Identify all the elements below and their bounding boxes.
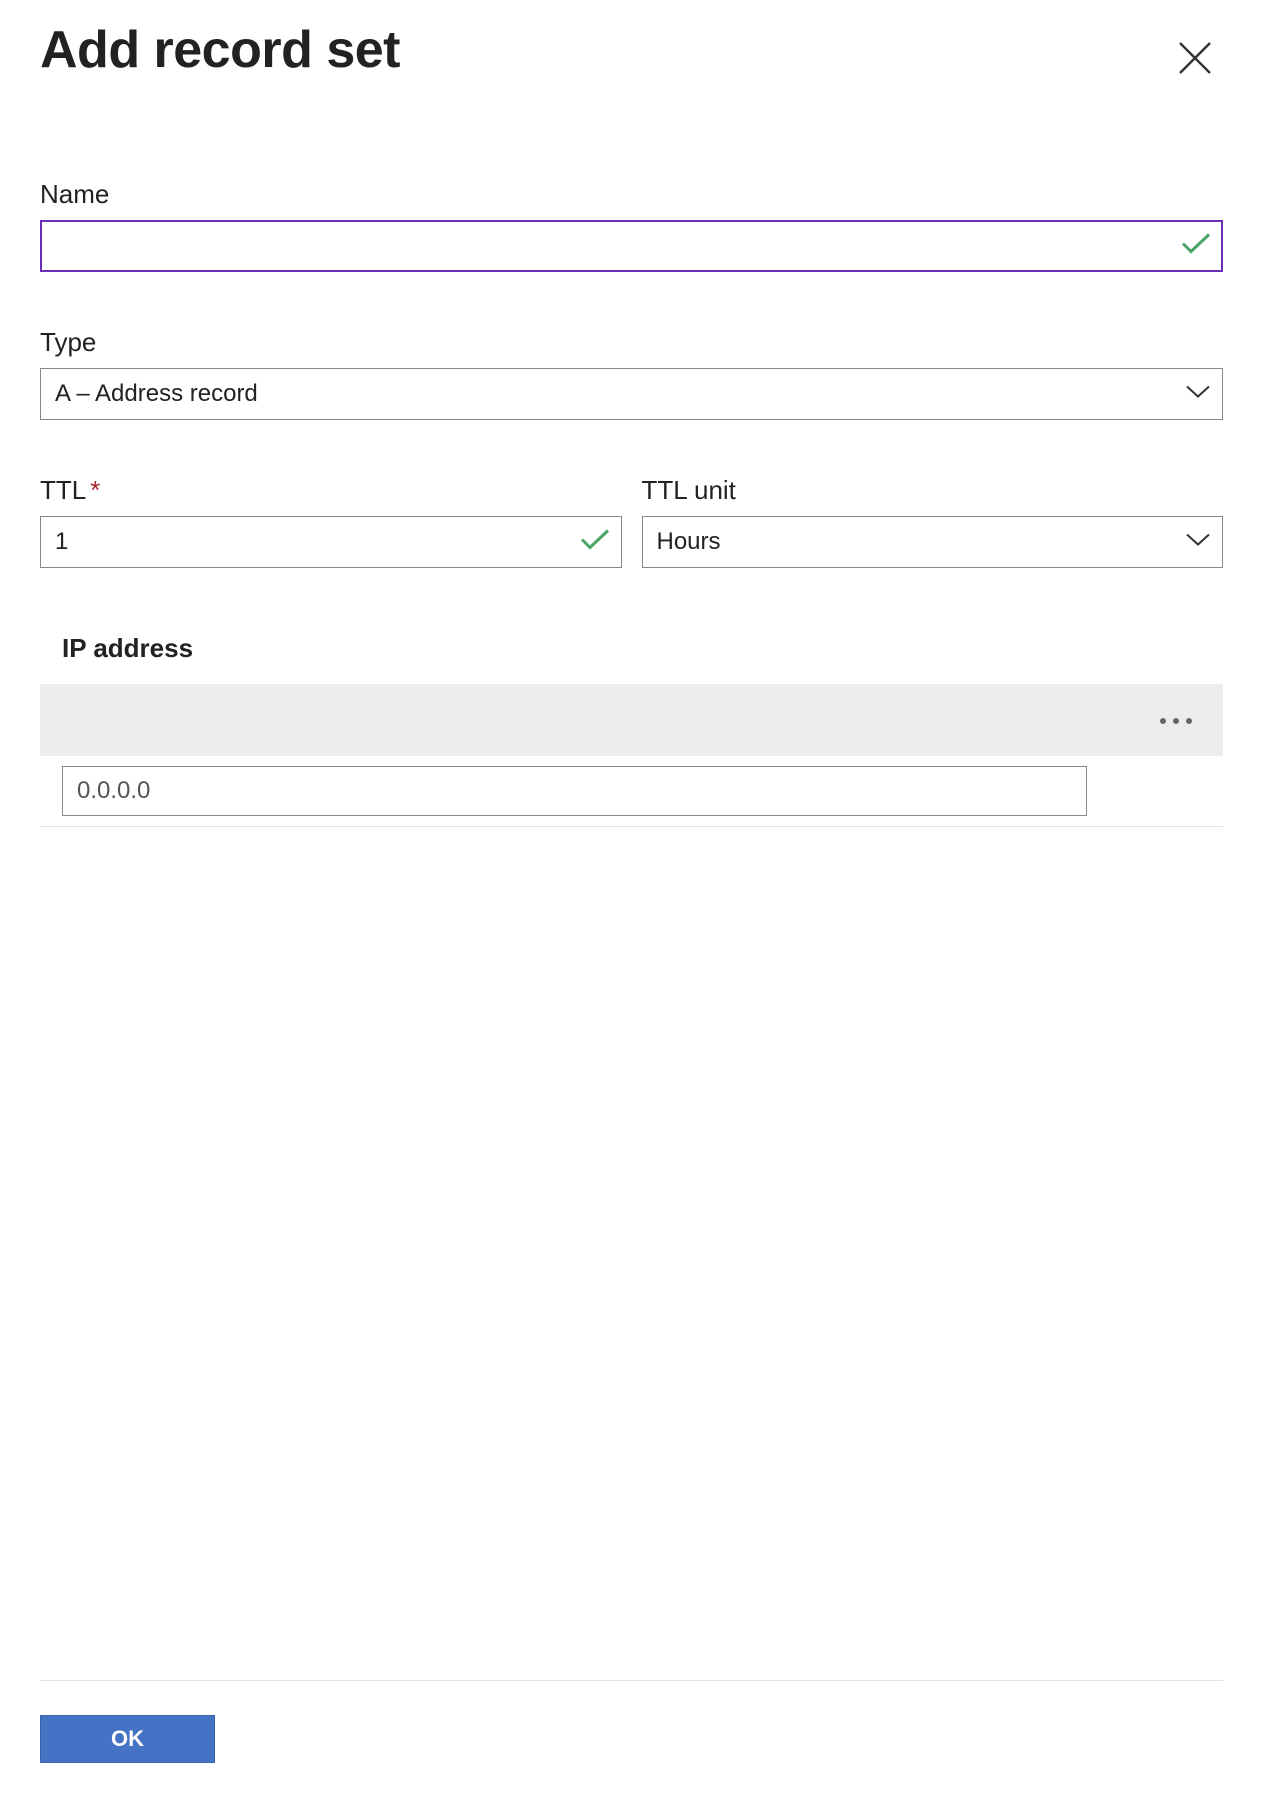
ip-section-label: IP address [62, 633, 1223, 664]
ttl-label-text: TTL [40, 475, 86, 505]
add-record-panel: Add record set Name Type A – Address rec… [0, 0, 1263, 1797]
type-field-group: Type A – Address record [40, 327, 1223, 420]
header-row: Add record set [40, 20, 1223, 89]
ttl-field-group: TTL* [40, 475, 622, 568]
ttl-unit-label: TTL unit [642, 475, 1224, 506]
type-select-wrap: A – Address record [40, 368, 1223, 420]
ttl-input-wrap [40, 516, 622, 568]
ttl-unit-field-group: TTL unit Hours [642, 475, 1224, 568]
close-button[interactable] [1167, 30, 1223, 89]
name-input[interactable] [40, 220, 1223, 272]
panel-title: Add record set [40, 20, 400, 80]
ttl-input[interactable] [40, 516, 622, 568]
panel-footer: OK [40, 1680, 1223, 1797]
more-horizontal-icon [1159, 713, 1193, 728]
name-field-group: Name [40, 179, 1223, 272]
required-asterisk: * [90, 475, 100, 505]
ip-address-input[interactable] [62, 766, 1087, 816]
ip-address-row [40, 756, 1223, 827]
ttl-row: TTL* TTL unit Hours [40, 475, 1223, 568]
more-options-button[interactable] [1151, 705, 1201, 736]
ttl-unit-select[interactable]: Hours [642, 516, 1224, 568]
type-select[interactable]: A – Address record [40, 368, 1223, 420]
ok-button[interactable]: OK [40, 1715, 215, 1763]
type-label: Type [40, 327, 1223, 358]
ttl-label: TTL* [40, 475, 622, 506]
name-label: Name [40, 179, 1223, 210]
ttl-unit-select-wrap: Hours [642, 516, 1224, 568]
name-input-wrap [40, 220, 1223, 272]
ip-list-header [40, 684, 1223, 756]
close-icon [1177, 64, 1213, 79]
